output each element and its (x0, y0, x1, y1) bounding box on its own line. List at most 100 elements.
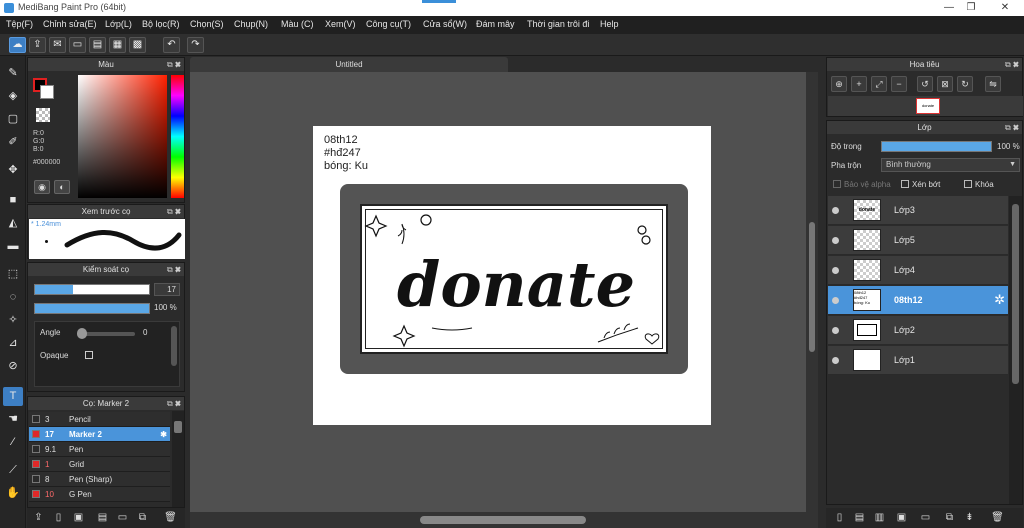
folder-icon[interactable]: ▭ (115, 511, 130, 525)
flip-view-icon[interactable]: ⇋ (985, 76, 1001, 92)
brush-item[interactable]: 9.1 Pen (29, 442, 170, 457)
background-color-swatch[interactable] (40, 85, 54, 99)
brush-item[interactable]: 8 Pen (Sharp) (29, 472, 170, 487)
select-eraser-icon[interactable]: ⊘ (3, 357, 23, 376)
new-brush-icon[interactable]: ▯ (51, 511, 66, 525)
saturation-value-picker[interactable] (78, 75, 167, 198)
tab-untitled[interactable]: Untitled (190, 57, 508, 72)
merge-layer-icon[interactable]: ⇟ (962, 511, 977, 525)
blend-mode-select[interactable]: Bình thường ▼ (881, 158, 1020, 172)
document-icon[interactable]: ▤ (89, 37, 106, 53)
brush-item[interactable]: 3 Pencil (29, 412, 170, 427)
hue-slider[interactable] (171, 75, 184, 198)
panel-float-close-icon[interactable]: ⧉ ✖ (1005, 121, 1019, 134)
rectangle-tool-icon[interactable]: ▢ (3, 110, 23, 129)
layer-row[interactable]: 08th12 #hđ247 bóng: Ku 08th12 ✲ (828, 286, 1008, 315)
magic-wand-icon[interactable]: ✧ (3, 311, 23, 330)
panel-float-close-icon[interactable]: ⧉ ✖ (167, 205, 181, 218)
canvas-vscroll-thumb[interactable] (809, 222, 815, 352)
canvas-vertical-scrollbar[interactable] (806, 72, 818, 512)
brush-item[interactable]: 10 G Pen (29, 487, 170, 502)
bucket-tool-icon[interactable]: ◭ (3, 214, 23, 233)
close-button[interactable]: ✕ (990, 0, 1020, 16)
brush-options-scrollbar[interactable] (171, 326, 177, 366)
transparent-color-swatch[interactable] (36, 108, 50, 122)
visibility-toggle[interactable] (832, 327, 839, 334)
brush-tool-icon[interactable]: ✎ (3, 64, 23, 83)
menu-view[interactable]: Xem(V) (325, 19, 356, 29)
fit-window-icon[interactable]: ⤢ (871, 76, 887, 92)
layer-row[interactable]: Lớp5 (828, 226, 1008, 255)
navigator-thumbnail[interactable]: donate (916, 98, 940, 114)
brush-size-value[interactable]: 17 (154, 283, 180, 296)
visibility-toggle[interactable] (832, 237, 839, 244)
lock-checkbox[interactable]: Khóa (964, 180, 994, 189)
new-halftone-layer-icon[interactable]: ▤ (852, 511, 867, 525)
panel-float-close-icon[interactable]: ⧉ ✖ (167, 263, 181, 276)
zoom-in-icon[interactable]: + (851, 76, 867, 92)
menu-layer[interactable]: Lớp(L) (105, 19, 132, 29)
delete-layer-icon[interactable]: 🗑 (990, 511, 1005, 525)
layer-row[interactable]: Lớp4 (828, 256, 1008, 285)
menu-color[interactable]: Màu (C) (281, 19, 314, 29)
visibility-toggle[interactable] (832, 207, 839, 214)
select-pen-icon[interactable]: ⊿ (3, 334, 23, 353)
canvas-paper[interactable]: 08th12 #hđ247 bóng: Ku donate (313, 126, 711, 425)
brush-size-slider[interactable] (34, 284, 150, 295)
add-brush-cloud-icon[interactable]: ⇪ (31, 511, 46, 525)
brush-menu-icon[interactable]: ▣ (71, 511, 86, 525)
lasso-icon[interactable]: ◌ (3, 288, 23, 307)
share-icon[interactable]: ⇪ (29, 37, 46, 53)
layer-menu-icon[interactable]: ▣ (894, 511, 909, 525)
visibility-toggle[interactable] (832, 267, 839, 274)
color-palette-icon[interactable]: ◉ (34, 180, 50, 194)
menu-file[interactable]: Tệp(F) (6, 19, 33, 29)
duplicate-layer-icon[interactable]: ⧉ (942, 511, 957, 525)
menu-cloud[interactable]: Đám mây (476, 19, 515, 29)
text-tool-icon[interactable]: T (3, 387, 23, 406)
layer-list-scrollbar[interactable] (1009, 196, 1022, 504)
rotate-left-icon[interactable]: ↺ (917, 76, 933, 92)
brush-item[interactable]: 17 Marker 2 ✱ (29, 427, 170, 442)
gear-icon[interactable]: ✱ (160, 427, 167, 442)
protect-alpha-checkbox[interactable]: Bảo vệ alpha (833, 180, 891, 189)
operation-icon[interactable]: ☚ (3, 410, 23, 429)
layer-opacity-slider[interactable] (881, 141, 992, 152)
image-icon[interactable]: ▭ (69, 37, 86, 53)
menu-tools[interactable]: Công cụ(T) (366, 19, 411, 29)
comment-icon[interactable]: ✉ (49, 37, 66, 53)
move-tool-icon[interactable]: ✥ (3, 161, 23, 180)
layer-folder-icon[interactable]: ▭ (918, 511, 933, 525)
menu-help[interactable]: Help (600, 19, 619, 29)
menu-capture[interactable]: Chụp(N) (234, 19, 268, 29)
select-rect-icon[interactable]: ⬚ (3, 265, 23, 284)
panel-float-close-icon[interactable]: ⧉ ✖ (1005, 58, 1019, 71)
menu-timelapse[interactable]: Thời gian trôi đi (527, 19, 589, 29)
layer-row[interactable]: Lớp2 (828, 316, 1008, 345)
panel-float-close-icon[interactable]: ⧉ ✖ (167, 58, 181, 71)
undo-icon[interactable]: ↶ (163, 37, 180, 53)
layer-row[interactable]: donate Lớp3 (828, 196, 1008, 225)
reset-view-icon[interactable]: ⊠ (937, 76, 953, 92)
menu-edit[interactable]: Chỉnh sửa(E) (43, 19, 97, 29)
menu-select[interactable]: Chọn(S) (190, 19, 224, 29)
panel-float-close-icon[interactable]: ⧉ ✖ (167, 397, 181, 410)
brush-settings-icon[interactable]: ▤ (95, 511, 110, 525)
layer-scroll-thumb[interactable] (1012, 204, 1019, 384)
shape-fill-icon[interactable]: ■ (3, 191, 23, 210)
zoom-fit-icon[interactable]: ⊕ (831, 76, 847, 92)
canvas-hscroll-thumb[interactable] (420, 516, 586, 524)
grid-icon[interactable]: ▩ (129, 37, 146, 53)
pen-snap-icon[interactable]: ✐ (3, 133, 23, 152)
visibility-toggle[interactable] (832, 297, 839, 304)
opaque-checkbox[interactable] (85, 351, 93, 359)
redo-icon[interactable]: ↷ (187, 37, 204, 53)
navigator-preview[interactable]: donate (828, 96, 1023, 116)
angle-slider-thumb[interactable] (77, 328, 87, 339)
duplicate-brush-icon[interactable]: ⧉ (135, 511, 150, 525)
layout-icon[interactable]: ▦ (109, 37, 126, 53)
gradient-tool-icon[interactable]: ▬ (3, 237, 23, 256)
menu-filter[interactable]: Bộ lọc(R) (142, 19, 180, 29)
canvas-horizontal-scrollbar[interactable] (190, 512, 818, 528)
brush-list-scrollbar[interactable] (172, 411, 184, 507)
